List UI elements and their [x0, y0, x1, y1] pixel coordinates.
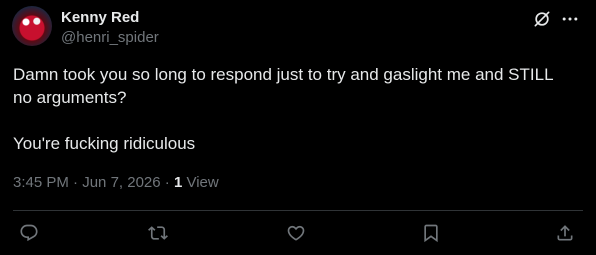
tweet-text: Damn took you so long to respond just to…: [13, 65, 554, 153]
avatar[interactable]: [12, 6, 52, 46]
share-icon: [557, 225, 573, 241]
like-button[interactable]: [286, 223, 308, 245]
grok-icon[interactable]: [532, 9, 552, 29]
views-label: View: [186, 174, 219, 191]
author-name[interactable]: Kenny Red: [61, 9, 139, 26]
divider: [13, 210, 583, 211]
retweet-button[interactable]: [148, 223, 170, 245]
reply-button[interactable]: [19, 223, 41, 245]
share-button[interactable]: [555, 223, 577, 245]
heart-icon: [287, 225, 305, 241]
bookmark-button[interactable]: [421, 223, 443, 245]
tweet-date[interactable]: Jun 7, 2026: [82, 174, 160, 191]
meta-separator: ·: [164, 174, 170, 191]
tweet-meta: 3:45 PM · Jun 7, 2026 · 1 View: [13, 174, 219, 191]
reply-icon: [20, 224, 38, 242]
bookmark-icon: [424, 224, 438, 243]
meta-separator: ·: [73, 174, 79, 191]
more-icon[interactable]: [560, 9, 580, 29]
author-handle[interactable]: @henri_spider: [61, 29, 159, 46]
tweet-time[interactable]: 3:45 PM: [13, 174, 69, 191]
retweet-icon: [148, 226, 168, 240]
views-count: 1: [173, 174, 183, 191]
